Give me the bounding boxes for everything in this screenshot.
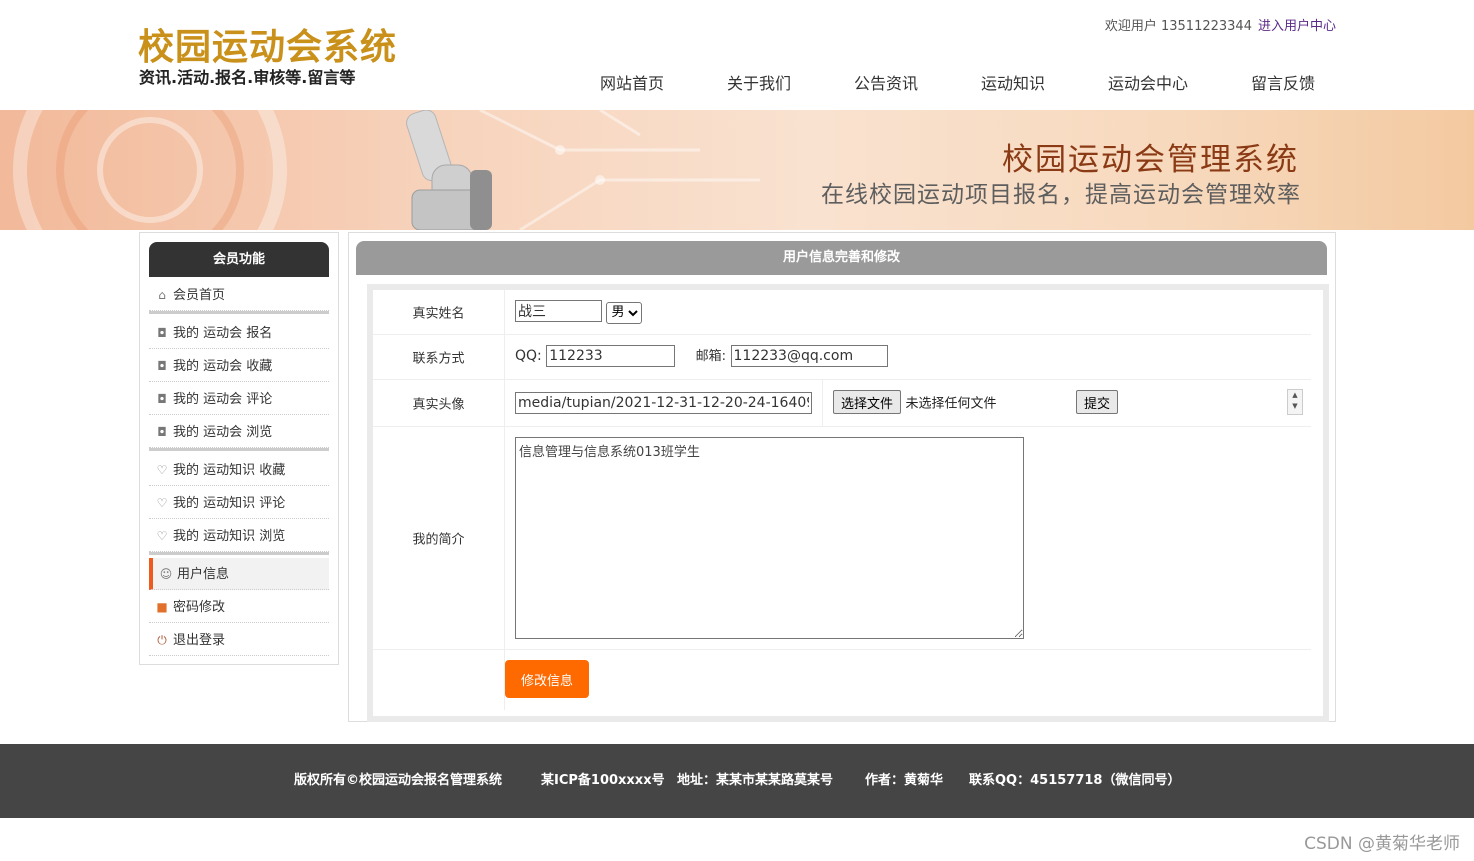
- banner-title: 校园运动会管理系统: [1002, 142, 1299, 178]
- bio-row: 我的简介 信息管理与信息系统013班学生: [373, 427, 1311, 650]
- sidebar-item-member-home[interactable]: ⌂ 会员首页: [149, 279, 329, 311]
- contact-controls: QQ: 邮箱:: [515, 345, 888, 367]
- choose-file-button[interactable]: 选择文件: [833, 390, 902, 414]
- site-footer: 版权所有©校园运动会报名管理系统 某ICP备100xxxx号 地址：某某市某某路…: [0, 744, 1474, 818]
- banner-subtitle: 在线校园运动项目报名，提高运动会管理效率: [821, 182, 1301, 208]
- contact-row: 联系方式 QQ: 邮箱:: [373, 335, 1311, 380]
- shield-icon: ♡: [156, 496, 168, 510]
- name-label: 真实姓名: [373, 290, 505, 334]
- welcome-bar: 欢迎用户 13511223344 进入用户中心: [1105, 15, 1336, 34]
- sidebar-divider: [149, 552, 329, 555]
- csdn-watermark: CSDN @黄菊华老师: [1304, 834, 1460, 854]
- sidebar-item-label: 我的 运动知识 浏览: [173, 529, 286, 544]
- site-title: 校园运动会系统: [138, 27, 398, 68]
- footer-copyright: 版权所有©校园运动会报名管理系统: [294, 773, 503, 788]
- contact-label: 联系方式: [373, 335, 505, 379]
- sidebar-item-label: 我的 运动会 报名: [173, 326, 273, 341]
- footer-icp: 某ICP备100xxxx号: [541, 773, 665, 788]
- sidebar-divider: [149, 448, 329, 451]
- sidebar-item-label: 我的 运动知识 评论: [173, 496, 286, 511]
- sidebar-item-knowledge-comments[interactable]: ♡ 我的 运动知识 评论: [149, 487, 329, 519]
- qq-label: QQ:: [515, 348, 542, 364]
- wallet-icon: ◘: [157, 359, 167, 373]
- name-controls: 男 女: [515, 300, 643, 324]
- user-info-form: 真实姓名 男 女 联系方式 QQ: 邮箱: 真实头像: [367, 284, 1329, 722]
- nav-sports-center[interactable]: 运动会中心: [1108, 70, 1188, 94]
- nav-knowledge[interactable]: 运动知识: [981, 70, 1045, 94]
- wallet-icon: ◘: [157, 392, 167, 406]
- sidebar-divider: [149, 311, 329, 314]
- name-row: 真实姓名 男 女: [373, 290, 1311, 335]
- email-input[interactable]: [730, 345, 888, 367]
- avatar-path-wrap: [515, 392, 812, 414]
- sidebar-title: 会员功能: [149, 242, 329, 277]
- bio-textarea[interactable]: 信息管理与信息系统013班学生: [515, 437, 1024, 639]
- shield-icon: ♡: [156, 529, 168, 543]
- avatar-row: 真实头像 选择文件 未选择任何文件 提交 ▲▼: [373, 380, 1311, 427]
- lock-icon: ■: [156, 600, 168, 614]
- welcome-text: 欢迎用户 13511223344: [1104, 19, 1252, 34]
- no-file-text: 未选择任何文件: [905, 396, 997, 412]
- sidebar-item-label: 用户信息: [177, 567, 230, 582]
- wallet-icon: ◘: [157, 326, 167, 340]
- main-panel: 用户信息完善和修改 真实姓名 男 女 联系方式 QQ: 邮箱: 真实头像: [348, 232, 1336, 722]
- sidebar-item-knowledge-favorites[interactable]: ♡ 我的 运动知识 收藏: [149, 454, 329, 486]
- gender-select[interactable]: 男 女: [606, 301, 643, 324]
- sidebar-item-user-info[interactable]: ☺ 用户信息: [149, 558, 329, 590]
- sidebar-item-change-password[interactable]: ■ 密码修改: [149, 591, 329, 623]
- bio-label: 我的简介: [373, 427, 505, 649]
- sidebar-item-sports-history[interactable]: ◘ 我的 运动会 浏览: [149, 416, 329, 448]
- member-sidebar: 会员功能 ⌂ 会员首页 ◘ 我的 运动会 报名 ◘ 我的 运动会 收藏 ◘ 我的 运动会…: [139, 232, 339, 665]
- sidebar-item-sports-favorites[interactable]: ◘ 我的 运动会 收藏: [149, 350, 329, 382]
- nav-home[interactable]: 网站首页: [600, 70, 664, 94]
- scroll-stepper[interactable]: ▲ ▼: [1287, 389, 1303, 415]
- site-header: 校园运动会系统 资讯.活动.报名.审核等.留言等 欢迎用户 1351122334…: [0, 0, 1474, 110]
- upload-submit-button[interactable]: 提交: [1076, 390, 1119, 414]
- site-subtitle: 资讯.活动.报名.审核等.留言等: [139, 68, 356, 87]
- sidebar-item-label: 退出登录: [173, 633, 226, 648]
- sidebar-item-label: 会员首页: [173, 288, 226, 303]
- sidebar-item-sports-comments[interactable]: ◘ 我的 运动会 评论: [149, 383, 329, 415]
- nav-about[interactable]: 关于我们: [727, 70, 791, 94]
- footer-address: 地址：某某市某某路莫某号: [677, 773, 834, 788]
- sidebar-item-label: 密码修改: [173, 600, 226, 615]
- sidebar-item-logout[interactable]: ⏻ 退出登录: [149, 624, 329, 656]
- sidebar-item-sports-signup[interactable]: ◘ 我的 运动会 报名: [149, 317, 329, 349]
- avatar-label: 真实头像: [373, 380, 505, 426]
- shield-icon: ♡: [156, 463, 168, 477]
- update-info-button[interactable]: 修改信息: [505, 660, 589, 698]
- power-icon: ⏻: [157, 633, 167, 647]
- form-title: 用户信息完善和修改: [356, 241, 1327, 275]
- submit-label-cell: [373, 650, 505, 710]
- robot-arm-icon: [406, 110, 492, 230]
- sidebar-item-knowledge-history[interactable]: ♡ 我的 运动知识 浏览: [149, 520, 329, 552]
- avatar-path-input[interactable]: [515, 392, 812, 414]
- email-label: 邮箱:: [695, 349, 727, 364]
- banner: 校园运动会管理系统 在线校园运动项目报名，提高运动会管理效率: [0, 110, 1474, 230]
- sidebar-item-label: 我的 运动知识 收藏: [173, 463, 286, 478]
- user-center-link[interactable]: 进入用户中心: [1258, 19, 1336, 34]
- sidebar-item-label: 我的 运动会 评论: [173, 392, 273, 407]
- nav-news[interactable]: 公告资讯: [854, 70, 918, 94]
- wallet-icon: ◘: [157, 425, 167, 439]
- qq-input[interactable]: [546, 345, 676, 367]
- footer-author: 作者：黄菊华: [865, 773, 944, 788]
- file-upload: 选择文件 未选择任何文件: [833, 390, 996, 414]
- home-icon: ⌂: [158, 288, 166, 302]
- real-name-input[interactable]: [515, 300, 602, 322]
- sidebar-item-label: 我的 运动会 浏览: [173, 425, 273, 440]
- user-icon: ☺: [159, 567, 173, 581]
- sidebar-item-label: 我的 运动会 收藏: [173, 359, 273, 374]
- nav-feedback[interactable]: 留言反馈: [1251, 70, 1315, 94]
- footer-contact: 联系QQ：45157718（微信同号）: [969, 773, 1181, 788]
- submit-row: 修改信息: [373, 650, 1311, 710]
